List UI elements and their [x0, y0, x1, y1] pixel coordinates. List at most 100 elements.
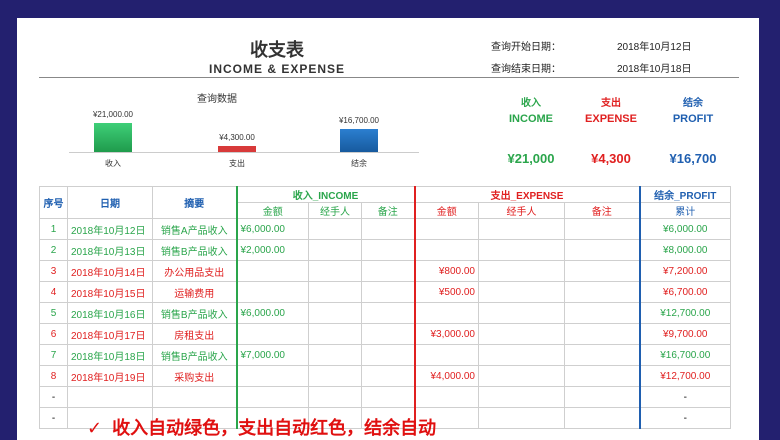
- cell-expense-amount[interactable]: ¥500.00: [413, 281, 479, 303]
- cell-no[interactable]: 3: [39, 260, 68, 282]
- table-row[interactable]: 7 2018年10月18日 销售B产品收入 ¥7,000.00 ¥16,700.00: [39, 344, 731, 366]
- query-start-value[interactable]: 2018年10月12日: [617, 38, 692, 53]
- cell-desc[interactable]: 销售A产品收入: [152, 218, 237, 240]
- cell-income-handler[interactable]: [308, 386, 362, 408]
- cell-expense-handler[interactable]: [478, 302, 565, 324]
- cell-income-note[interactable]: [361, 344, 415, 366]
- cell-date[interactable]: [67, 386, 153, 408]
- cell-expense-handler[interactable]: [478, 365, 565, 387]
- cell-cumulative[interactable]: ¥7,200.00: [638, 260, 731, 282]
- cell-no[interactable]: 4: [39, 281, 68, 303]
- cell-income-amount[interactable]: [235, 281, 309, 303]
- cell-expense-note[interactable]: [564, 386, 640, 408]
- cell-date[interactable]: 2018年10月17日: [67, 323, 153, 345]
- table-row[interactable]: --: [39, 386, 731, 408]
- cell-expense-amount[interactable]: ¥3,000.00: [413, 323, 479, 345]
- cell-income-note[interactable]: [361, 218, 415, 240]
- cell-income-amount[interactable]: [235, 323, 309, 345]
- cell-expense-handler[interactable]: [478, 323, 565, 345]
- cell-desc[interactable]: 销售B产品收入: [152, 302, 237, 324]
- table-row[interactable]: 1 2018年10月12日 销售A产品收入 ¥6,000.00 ¥6,000.00: [39, 218, 731, 240]
- cell-expense-note[interactable]: [564, 302, 640, 324]
- cell-income-amount[interactable]: ¥2,000.00: [235, 239, 309, 261]
- cell-income-note[interactable]: [361, 239, 415, 261]
- table-row[interactable]: 5 2018年10月16日 销售B产品收入 ¥6,000.00 ¥12,700.00: [39, 302, 731, 324]
- cell-income-note[interactable]: [361, 302, 415, 324]
- cell-expense-note[interactable]: [564, 281, 640, 303]
- cell-income-amount[interactable]: ¥6,000.00: [235, 302, 309, 324]
- cell-expense-handler[interactable]: [478, 218, 565, 240]
- cell-cumulative[interactable]: ¥16,700.00: [638, 344, 731, 366]
- cell-expense-note[interactable]: [564, 218, 640, 240]
- cell-expense-handler[interactable]: [478, 239, 565, 261]
- query-end-value[interactable]: 2018年10月18日: [617, 60, 692, 75]
- cell-expense-note[interactable]: [564, 344, 640, 366]
- cell-income-handler[interactable]: [308, 302, 362, 324]
- cell-expense-note[interactable]: [564, 260, 640, 282]
- cell-income-handler[interactable]: [308, 260, 362, 282]
- table-row[interactable]: 2 2018年10月13日 销售B产品收入 ¥2,000.00 ¥8,000.00: [39, 239, 731, 261]
- cell-income-note[interactable]: [361, 323, 415, 345]
- cell-income-note[interactable]: [361, 281, 415, 303]
- cell-expense-amount[interactable]: ¥4,000.00: [413, 365, 479, 387]
- cell-desc[interactable]: 房租支出: [152, 323, 237, 345]
- cell-no[interactable]: 6: [39, 323, 68, 345]
- cell-cumulative[interactable]: -: [638, 407, 731, 429]
- cell-cumulative[interactable]: ¥9,700.00: [638, 323, 731, 345]
- cell-income-amount[interactable]: ¥6,000.00: [235, 218, 309, 240]
- cell-date[interactable]: 2018年10月18日: [67, 344, 153, 366]
- cell-no[interactable]: -: [39, 407, 68, 429]
- cell-expense-note[interactable]: [564, 365, 640, 387]
- cell-expense-handler[interactable]: [478, 344, 565, 366]
- cell-date[interactable]: 2018年10月12日: [67, 218, 153, 240]
- cell-income-amount[interactable]: ¥7,000.00: [235, 344, 309, 366]
- table-row[interactable]: 3 2018年10月14日 办公用品支出 ¥800.00 ¥7,200.00: [39, 260, 731, 282]
- cell-expense-amount[interactable]: [413, 302, 479, 324]
- cell-date[interactable]: 2018年10月13日: [67, 239, 153, 261]
- cell-expense-amount[interactable]: [413, 344, 479, 366]
- cell-income-handler[interactable]: [308, 323, 362, 345]
- cell-income-handler[interactable]: [308, 218, 362, 240]
- cell-desc[interactable]: 运输费用: [152, 281, 237, 303]
- cell-cumulative[interactable]: ¥8,000.00: [638, 239, 731, 261]
- cell-desc[interactable]: [152, 386, 237, 408]
- cell-income-handler[interactable]: [308, 239, 362, 261]
- cell-expense-amount[interactable]: ¥800.00: [413, 260, 479, 282]
- cell-income-handler[interactable]: [308, 344, 362, 366]
- cell-income-handler[interactable]: [308, 281, 362, 303]
- cell-expense-handler[interactable]: [478, 281, 565, 303]
- cell-cumulative[interactable]: ¥6,700.00: [638, 281, 731, 303]
- cell-expense-amount[interactable]: [413, 386, 479, 408]
- cell-expense-amount[interactable]: [413, 218, 479, 240]
- table-row[interactable]: 8 2018年10月19日 采购支出 ¥4,000.00 ¥12,700.00: [39, 365, 731, 387]
- table-row[interactable]: 4 2018年10月15日 运输费用 ¥500.00 ¥6,700.00: [39, 281, 731, 303]
- cell-date[interactable]: 2018年10月15日: [67, 281, 153, 303]
- cell-no[interactable]: 5: [39, 302, 68, 324]
- cell-expense-amount[interactable]: [413, 239, 479, 261]
- cell-date[interactable]: 2018年10月19日: [67, 365, 153, 387]
- cell-desc[interactable]: 销售B产品收入: [152, 239, 237, 261]
- cell-date[interactable]: 2018年10月16日: [67, 302, 153, 324]
- cell-expense-handler[interactable]: [478, 407, 565, 429]
- cell-income-note[interactable]: [361, 260, 415, 282]
- cell-no[interactable]: 7: [39, 344, 68, 366]
- cell-date[interactable]: 2018年10月14日: [67, 260, 153, 282]
- cell-cumulative[interactable]: ¥6,000.00: [638, 218, 731, 240]
- cell-no[interactable]: 1: [39, 218, 68, 240]
- cell-expense-handler[interactable]: [478, 386, 565, 408]
- cell-income-note[interactable]: [361, 386, 415, 408]
- cell-cumulative[interactable]: ¥12,700.00: [638, 302, 731, 324]
- cell-expense-note[interactable]: [564, 239, 640, 261]
- cell-income-note[interactable]: [361, 365, 415, 387]
- cell-expense-note[interactable]: [564, 323, 640, 345]
- cell-cumulative[interactable]: ¥12,700.00: [638, 365, 731, 387]
- cell-income-amount[interactable]: [235, 260, 309, 282]
- cell-no[interactable]: 8: [39, 365, 68, 387]
- cell-desc[interactable]: 办公用品支出: [152, 260, 237, 282]
- cell-income-handler[interactable]: [308, 365, 362, 387]
- cell-income-amount[interactable]: [235, 386, 309, 408]
- cell-cumulative[interactable]: -: [638, 386, 731, 408]
- cell-desc[interactable]: 销售B产品收入: [152, 344, 237, 366]
- cell-income-amount[interactable]: [235, 365, 309, 387]
- cell-expense-note[interactable]: [564, 407, 640, 429]
